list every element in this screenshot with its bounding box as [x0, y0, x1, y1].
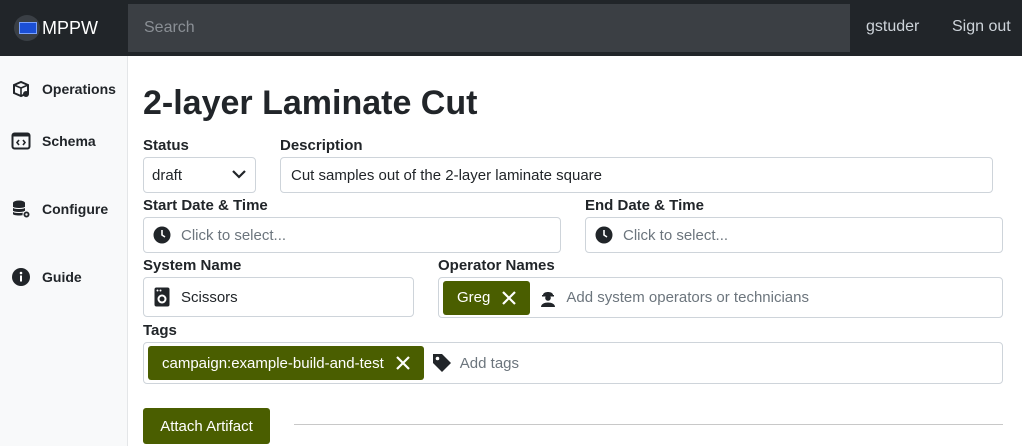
- sidebar-item-schema[interactable]: Schema: [10, 130, 96, 152]
- status-label: Status: [143, 137, 189, 154]
- close-icon[interactable]: [396, 356, 410, 370]
- tags-label: Tags: [143, 322, 177, 339]
- sidebar-item-guide[interactable]: Guide: [10, 266, 82, 288]
- start-date-label: Start Date & Time: [143, 197, 268, 214]
- start-date-placeholder: Click to select...: [181, 226, 287, 244]
- signout-link[interactable]: Sign out: [952, 18, 1011, 36]
- operator-names-placeholder: Add system operators or technicians: [566, 289, 809, 306]
- worker-icon: [538, 288, 558, 308]
- operator-names-label: Operator Names: [438, 257, 555, 274]
- brand-name: MPPW: [42, 17, 98, 38]
- top-navbar: MPPW gstuder Sign out: [0, 0, 1022, 56]
- box-gear-icon: [10, 78, 32, 100]
- start-date-input[interactable]: Click to select...: [143, 217, 561, 253]
- end-date-label: End Date & Time: [585, 197, 704, 214]
- description-field[interactable]: Cut samples out of the 2-layer laminate …: [280, 157, 993, 193]
- tag-chip: campaign:example-build-and-test: [148, 346, 424, 380]
- description-label: Description: [280, 137, 363, 154]
- database-gear-icon: [10, 198, 32, 220]
- sidebar-item-label: Schema: [42, 133, 96, 149]
- close-icon[interactable]: [502, 290, 517, 305]
- tag-chip-label: campaign:example-build-and-test: [162, 354, 384, 372]
- attach-artifact-button[interactable]: Attach Artifact: [143, 408, 270, 444]
- status-select[interactable]: draft: [143, 157, 256, 193]
- operator-chip: Greg: [443, 280, 531, 315]
- tags-field[interactable]: campaign:example-build-and-test Add tags: [143, 342, 1003, 384]
- sidebar: Operations Schema Configure Guide: [0, 56, 128, 446]
- system-name-label: System Name: [143, 257, 242, 274]
- divider: [294, 424, 1003, 425]
- sidebar-item-operations[interactable]: Operations: [10, 78, 116, 100]
- code-window-icon: [10, 130, 32, 152]
- sidebar-item-label: Configure: [42, 201, 109, 217]
- sidebar-item-label: Guide: [42, 269, 82, 285]
- chevron-down-icon: [231, 167, 247, 184]
- washing-machine-icon: [152, 287, 172, 307]
- operator-names-field[interactable]: Greg Add system operators or technicians: [438, 277, 1003, 318]
- tags-placeholder: Add tags: [459, 354, 520, 372]
- sidebar-item-label: Operations: [42, 81, 116, 97]
- app-logo-icon: [14, 15, 40, 41]
- system-name-value: Scissors: [181, 288, 238, 306]
- search-input[interactable]: [128, 4, 850, 52]
- clock-icon: [152, 225, 172, 245]
- end-date-input[interactable]: Click to select...: [585, 217, 1003, 253]
- page-title: 2-layer Laminate Cut: [143, 84, 478, 122]
- description-value: Cut samples out of the 2-layer laminate …: [291, 166, 602, 184]
- user-link[interactable]: gstuder: [866, 18, 919, 36]
- system-name-field[interactable]: Scissors: [143, 277, 414, 317]
- status-value: draft: [152, 166, 183, 184]
- tag-icon: [432, 353, 452, 373]
- sidebar-item-configure[interactable]: Configure: [10, 198, 108, 220]
- end-date-placeholder: Click to select...: [623, 226, 729, 244]
- operator-chip-label: Greg: [457, 289, 491, 306]
- brand[interactable]: MPPW: [14, 10, 98, 46]
- info-circle-icon: [10, 266, 32, 288]
- clock-icon: [594, 225, 614, 245]
